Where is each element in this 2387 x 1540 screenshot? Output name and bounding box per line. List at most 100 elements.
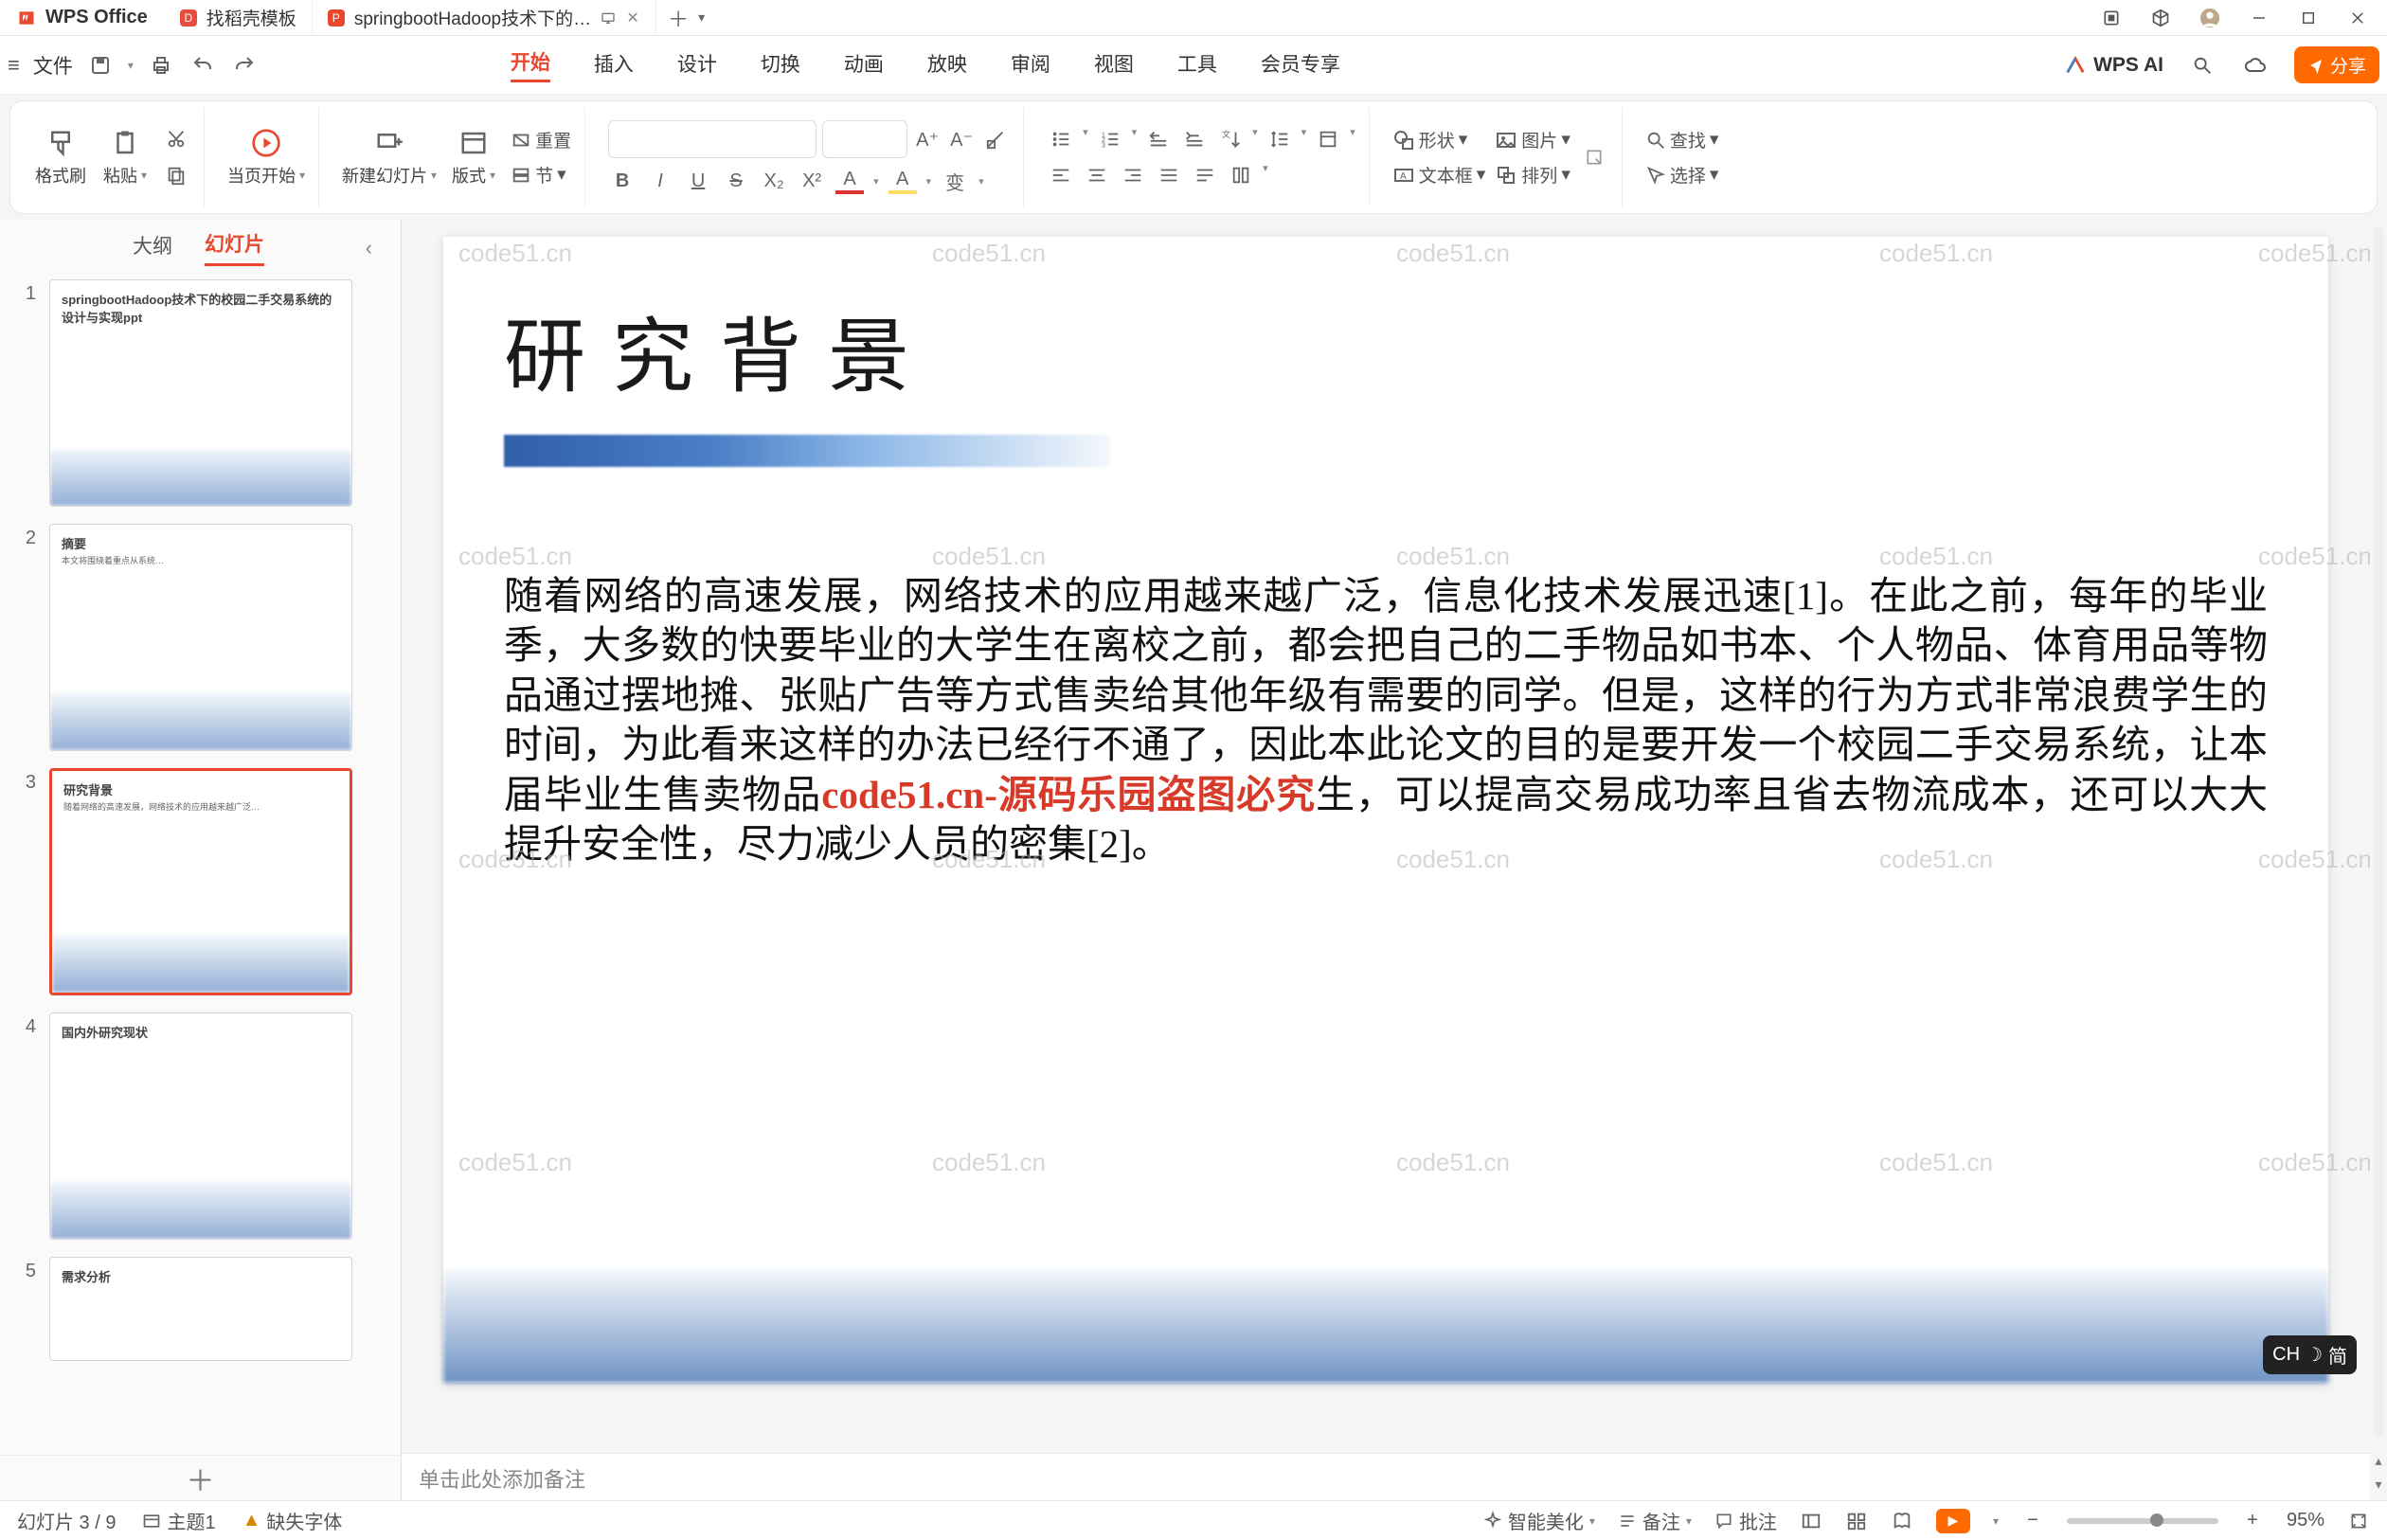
menu-view[interactable]: 视图 xyxy=(1094,49,1134,81)
bullets-icon[interactable] xyxy=(1047,126,1075,152)
align-center-icon[interactable] xyxy=(1083,162,1111,188)
collapse-panel-icon[interactable]: ‹ xyxy=(366,236,372,260)
prev-slide-arrow-icon[interactable]: ▴ xyxy=(2375,1453,2381,1469)
line-spacing-icon[interactable] xyxy=(1265,126,1294,152)
font-color-icon[interactable]: A xyxy=(835,168,864,194)
avatar-icon[interactable] xyxy=(2199,8,2220,28)
outdent-icon[interactable] xyxy=(1144,126,1173,152)
align-justify-icon[interactable] xyxy=(1155,162,1183,188)
cloud-icon[interactable] xyxy=(2241,51,2270,80)
slide-content[interactable]: 研究背景 随着网络的高速发展，网络技术的应用越来越广泛，信息化技术发展迅速[1]… xyxy=(443,237,2328,1383)
tab-document[interactable]: P springbootHadoop技术下的… ✕ xyxy=(313,0,656,35)
hamburger-icon[interactable]: ≡ xyxy=(8,53,20,78)
save-icon[interactable] xyxy=(86,51,115,80)
notes-area[interactable]: 单击此处添加备注 xyxy=(402,1453,2370,1500)
menu-review[interactable]: 审阅 xyxy=(1011,49,1050,81)
vertical-align-icon[interactable] xyxy=(1314,126,1342,152)
add-slide-button[interactable]: ＋ xyxy=(0,1455,401,1500)
numbering-icon[interactable]: 123 xyxy=(1096,126,1124,152)
italic-icon[interactable]: I xyxy=(646,168,674,194)
redo-icon[interactable] xyxy=(230,51,259,80)
reset-button[interactable]: 重置 xyxy=(511,127,571,152)
subscript-icon[interactable]: X₂ xyxy=(760,168,788,194)
reading-view-icon[interactable] xyxy=(1891,1510,1913,1532)
font-size-select[interactable] xyxy=(822,120,907,158)
minimize-icon[interactable] xyxy=(2249,8,2270,28)
zoom-in-icon[interactable]: + xyxy=(2241,1510,2264,1532)
file-menu[interactable]: 文件 xyxy=(33,51,73,80)
missing-font-warning[interactable]: ▲ 缺失字体 xyxy=(242,1507,343,1534)
slide-body[interactable]: 随着网络的高速发展，网络技术的应用越来越广泛，信息化技术发展迅速[1]。在此之前… xyxy=(504,571,2268,869)
ribbon-options-icon[interactable] xyxy=(1580,144,1608,170)
undo-icon[interactable] xyxy=(188,51,217,80)
menu-transition[interactable]: 切换 xyxy=(761,49,800,81)
underline-icon[interactable]: U xyxy=(684,168,712,194)
scrollbar-track[interactable] xyxy=(2374,227,2383,1438)
tab-slides[interactable]: 幻灯片 xyxy=(205,229,264,266)
comments-toggle[interactable]: 批注 xyxy=(1714,1507,1777,1534)
cube-icon[interactable] xyxy=(2150,8,2171,28)
font-name-select[interactable] xyxy=(608,120,817,158)
shape-button[interactable]: 形状▾ xyxy=(1392,127,1486,152)
print-icon[interactable] xyxy=(147,51,175,80)
new-tab[interactable]: ＋ ▾ xyxy=(656,0,716,35)
text-direction-icon[interactable]: 文 xyxy=(1216,126,1245,152)
highlight-icon[interactable]: A xyxy=(888,168,917,194)
text-effect-icon[interactable]: 变 xyxy=(941,168,969,194)
zoom-percent[interactable]: 95% xyxy=(2287,1510,2324,1531)
from-current-slide-button[interactable]: 当页开始▾ xyxy=(227,127,305,188)
align-left-icon[interactable] xyxy=(1047,162,1075,188)
slide-counter[interactable]: 幻灯片 3 / 9 xyxy=(17,1507,116,1534)
tab-template-store[interactable]: D 找稻壳模板 xyxy=(165,0,313,35)
format-painter-button[interactable]: 格式刷 xyxy=(33,127,88,188)
normal-view-icon[interactable] xyxy=(1800,1510,1822,1532)
zoom-slider[interactable] xyxy=(2067,1518,2218,1524)
search-icon[interactable] xyxy=(2188,51,2216,80)
vertical-scrollbar[interactable]: ▴ ▾ xyxy=(2370,220,2387,1500)
slide-canvas[interactable]: 研究背景 随着网络的高速发展，网络技术的应用越来越广泛，信息化技术发展迅速[1]… xyxy=(402,220,2370,1453)
slide-thumb-1[interactable]: 1 springbootHadoop技术下的校园二手交易系统的设计与实现ppt xyxy=(13,279,387,507)
menu-design[interactable]: 设计 xyxy=(677,49,717,81)
tab-outline[interactable]: 大纲 xyxy=(133,231,172,265)
slide-thumbnails[interactable]: 1 springbootHadoop技术下的校园二手交易系统的设计与实现ppt … xyxy=(0,266,401,1455)
menu-tools[interactable]: 工具 xyxy=(1177,49,1217,81)
arrange-button[interactable]: 排列▾ xyxy=(1495,162,1570,188)
notes-toggle[interactable]: 备注▾ xyxy=(1618,1507,1692,1534)
menu-member[interactable]: 会员专享 xyxy=(1261,49,1340,81)
slide-thumb-5[interactable]: 5 需求分析 xyxy=(13,1257,387,1361)
align-distributed-icon[interactable] xyxy=(1191,162,1219,188)
window-app-icon[interactable] xyxy=(2101,8,2122,28)
slide-thumb-4[interactable]: 4 国内外研究现状 xyxy=(13,1012,387,1240)
present-mini-icon[interactable] xyxy=(601,10,616,26)
menu-home[interactable]: 开始 xyxy=(511,47,550,82)
paste-button[interactable]: 粘贴▾ xyxy=(98,127,153,188)
new-slide-button[interactable]: 新建幻灯片▾ xyxy=(342,127,437,188)
indent-icon[interactable] xyxy=(1180,126,1209,152)
picture-button[interactable]: 图片▾ xyxy=(1495,127,1570,152)
menu-insert[interactable]: 插入 xyxy=(594,49,634,81)
section-button[interactable]: 节▾ xyxy=(511,162,571,188)
share-button[interactable]: 分享 xyxy=(2294,46,2379,83)
cut-icon[interactable] xyxy=(162,126,190,152)
layout-button[interactable]: 版式▾ xyxy=(446,127,501,188)
decrease-font-icon[interactable]: A⁻ xyxy=(947,126,976,152)
smart-beautify-button[interactable]: 智能美化▾ xyxy=(1483,1507,1595,1534)
close-window-icon[interactable] xyxy=(2347,8,2368,28)
find-button[interactable]: 查找▾ xyxy=(1645,127,1719,152)
sorter-view-icon[interactable] xyxy=(1845,1510,1868,1532)
textbox-button[interactable]: A 文本框▾ xyxy=(1392,162,1486,188)
bold-icon[interactable]: B xyxy=(608,168,637,194)
slide-thumb-3[interactable]: 3 研究背景随着网络的高速发展，网络技术的应用越来越广泛… xyxy=(13,768,387,995)
menu-animation[interactable]: 动画 xyxy=(844,49,884,81)
align-right-icon[interactable] xyxy=(1119,162,1147,188)
maximize-icon[interactable] xyxy=(2298,8,2319,28)
copy-icon[interactable] xyxy=(162,162,190,188)
next-slide-arrow-icon[interactable]: ▾ xyxy=(2375,1477,2381,1493)
slide-thumb-2[interactable]: 2 摘要本文将围绕着重点从系统… xyxy=(13,524,387,751)
slide-title[interactable]: 研究背景 xyxy=(504,290,2268,408)
theme-indicator[interactable]: 主题1 xyxy=(142,1507,215,1534)
slideshow-button[interactable]: ▶ xyxy=(1936,1509,1970,1533)
ime-indicator[interactable]: CH ☽ 简 xyxy=(2263,1335,2357,1374)
columns-icon[interactable] xyxy=(1227,162,1255,188)
wps-ai-button[interactable]: WPS AI xyxy=(2065,54,2163,77)
